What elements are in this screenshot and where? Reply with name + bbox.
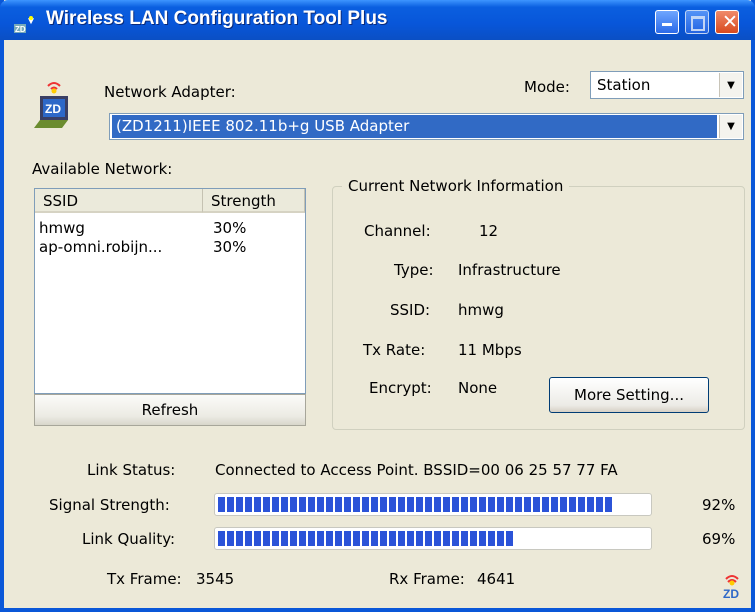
window-title: Wireless LAN Configuration Tool Plus	[46, 8, 388, 29]
rx-frame-label: Rx Frame:	[389, 570, 465, 588]
mode-label: Mode:	[524, 78, 570, 96]
svg-text:ZD: ZD	[45, 102, 61, 116]
more-setting-button[interactable]: More Setting...	[549, 377, 709, 413]
tx-rate-value: 11 Mbps	[458, 341, 522, 359]
tx-frame-value: 3545	[196, 570, 235, 588]
network-adapter-label: Network Adapter:	[104, 83, 236, 101]
link-quality-fill	[218, 531, 515, 546]
ssid-cell: hmwg	[39, 219, 85, 237]
encrypt-label: Encrypt:	[369, 379, 432, 397]
strength-cell: 30%	[213, 219, 247, 237]
title-bar[interactable]: ZD Wireless LAN Configuration Tool Plus …	[0, 0, 755, 40]
type-value: Infrastructure	[458, 261, 561, 279]
wireless-signal-icon: ZD	[723, 575, 739, 601]
signal-strength-percent: 92%	[702, 496, 736, 514]
network-list[interactable]: SSID Strength hmwg 30% ap-omni.robijn...…	[34, 188, 306, 394]
type-label: Type:	[394, 261, 434, 279]
encrypt-value: None	[458, 379, 498, 397]
available-network-label: Available Network:	[32, 160, 173, 178]
signal-strength-label: Signal Strength:	[49, 496, 170, 514]
link-status-value: Connected to Access Point. BSSID=00 06 2…	[215, 461, 618, 479]
network-adapter-select[interactable]: (ZD1211)IEEE 802.11b+g USB Adapter ▼	[109, 113, 744, 140]
list-item[interactable]: hmwg 30%	[35, 219, 305, 239]
maximize-button[interactable]	[685, 10, 709, 34]
tx-frame-label: Tx Frame:	[107, 570, 182, 588]
refresh-button[interactable]: Refresh	[34, 394, 306, 426]
minimize-button[interactable]	[655, 10, 679, 34]
strength-cell: 30%	[213, 238, 247, 256]
link-quality-percent: 69%	[702, 530, 736, 548]
signal-strength-bar	[214, 493, 652, 516]
list-item[interactable]: ap-omni.robijn... 30%	[35, 238, 305, 258]
signal-strength-fill	[218, 497, 614, 512]
link-quality-label: Link Quality:	[82, 530, 176, 548]
ssid-value: hmwg	[458, 301, 504, 319]
link-status-label: Link Status:	[87, 461, 176, 479]
wireless-icon: ZD	[14, 16, 34, 34]
svg-text:ZD: ZD	[723, 587, 739, 601]
tx-rate-label: Tx Rate:	[363, 341, 426, 359]
chevron-down-icon[interactable]: ▼	[719, 73, 742, 97]
channel-label: Channel:	[364, 222, 431, 240]
svg-text:ZD: ZD	[15, 25, 26, 34]
ssid-cell: ap-omni.robijn...	[39, 238, 163, 256]
ssid-label: SSID:	[390, 301, 431, 319]
chevron-down-icon[interactable]: ▼	[719, 115, 742, 138]
adapter-value: (ZD1211)IEEE 802.11b+g USB Adapter	[112, 115, 717, 138]
rx-frame-value: 4641	[477, 570, 516, 588]
current-network-title: Current Network Information	[342, 177, 570, 195]
link-quality-bar	[214, 527, 652, 550]
column-header-strength[interactable]: Strength	[203, 189, 305, 213]
mode-select[interactable]: Station ▼	[590, 71, 744, 99]
network-adapter-icon: ZD	[34, 82, 68, 128]
channel-value: 12	[479, 222, 499, 240]
mode-value: Station	[597, 76, 651, 94]
column-header-ssid[interactable]: SSID	[35, 189, 203, 213]
app-window: ZD Wireless LAN Configuration Tool Plus …	[0, 0, 755, 612]
close-button[interactable]: ✕	[715, 10, 739, 34]
